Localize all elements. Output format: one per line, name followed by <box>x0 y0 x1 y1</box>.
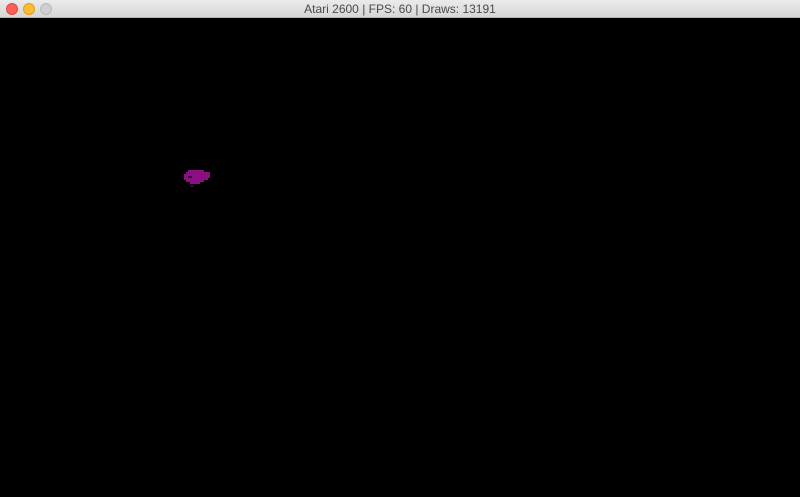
game-screen[interactable] <box>0 18 800 497</box>
emulator-window: Atari 2600 | FPS: 60 | Draws: 13191 <box>0 0 800 497</box>
window-title: Atari 2600 | FPS: 60 | Draws: 13191 <box>304 2 496 16</box>
title-bar[interactable]: Atari 2600 | FPS: 60 | Draws: 13191 <box>0 0 800 18</box>
magenta-sprite-icon <box>184 170 210 187</box>
